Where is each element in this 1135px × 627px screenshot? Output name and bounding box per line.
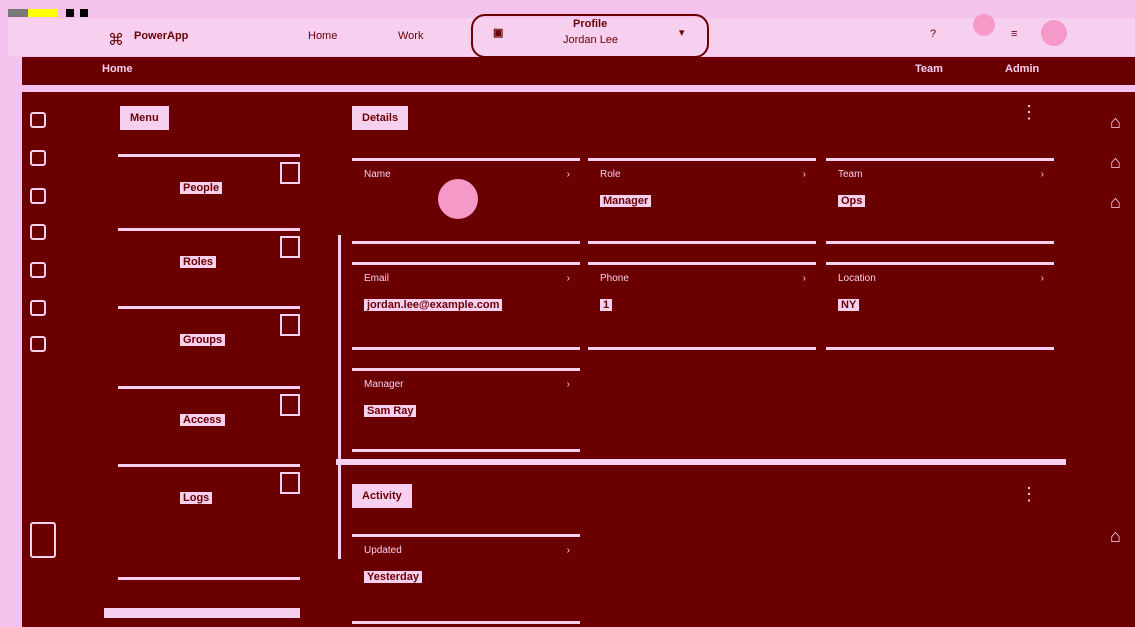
window-icon xyxy=(8,9,28,17)
collapse-icon[interactable] xyxy=(30,522,56,558)
nav-item-label: Groups xyxy=(180,334,226,346)
top-strip xyxy=(0,0,1135,9)
notification-icon[interactable] xyxy=(973,14,995,36)
card-key: Location xyxy=(838,273,876,284)
card-key: Name xyxy=(364,169,391,180)
side-icon[interactable]: ⌂ xyxy=(1110,152,1121,173)
chart-icon[interactable] xyxy=(30,188,46,204)
group-icon xyxy=(280,314,300,336)
home-icon[interactable] xyxy=(30,112,46,128)
menu-title: Menu xyxy=(120,106,169,130)
avatar[interactable] xyxy=(1041,20,1067,46)
more-icon[interactable]: ⋮ xyxy=(1020,484,1038,505)
nav-item-label: People xyxy=(180,182,223,194)
nav-item-logs[interactable]: Logs xyxy=(118,464,300,534)
status-chip xyxy=(28,9,58,17)
info-card: Role Manager › xyxy=(588,158,816,244)
nav-item-roles[interactable]: Roles xyxy=(118,228,300,298)
card-value: Yesterday xyxy=(364,571,422,583)
info-card: Email jordan.lee@example.com › xyxy=(352,262,580,350)
section-divider xyxy=(336,459,1066,465)
chevron-icon: › xyxy=(566,545,570,556)
help-icon[interactable] xyxy=(30,300,46,316)
footer-bar xyxy=(104,608,300,618)
side-icon[interactable]: ⌂ xyxy=(1110,112,1121,133)
chevron-down-icon: ▾ xyxy=(679,27,685,39)
lock-icon xyxy=(280,394,300,416)
info-card: Updated Yesterday › xyxy=(352,534,580,624)
chevron-icon: › xyxy=(1040,169,1044,180)
card-value: jordan.lee@example.com xyxy=(364,299,503,311)
settings-icon[interactable] xyxy=(30,262,46,278)
status-chip xyxy=(80,9,88,17)
people-icon xyxy=(280,162,300,184)
pill-icon: ▣ xyxy=(493,27,504,39)
info-card: Location NY › xyxy=(826,262,1054,350)
avatar xyxy=(438,179,478,219)
document-icon xyxy=(280,472,300,494)
main-area: Menu People Roles Groups Access Logs Det… xyxy=(22,92,1135,627)
card-key: Team xyxy=(838,169,863,180)
card-value: Sam Ray xyxy=(364,405,417,417)
info-card: Name › xyxy=(352,158,580,244)
logout-icon[interactable] xyxy=(30,336,46,352)
info-card: Manager Sam Ray › xyxy=(352,368,580,452)
top-bar: ⌘ PowerApp Home Work ▣ Profile Jordan Le… xyxy=(8,14,1135,58)
column-divider xyxy=(338,235,341,559)
info-card: Team Ops › xyxy=(826,158,1054,244)
subbar-team[interactable]: Team xyxy=(915,63,943,75)
help-icon[interactable]: ? xyxy=(930,28,936,40)
app-brand: PowerApp xyxy=(134,30,189,42)
nav-item-label: Roles xyxy=(180,256,216,268)
panel-title: Activity xyxy=(352,484,412,508)
side-icon[interactable]: ⌂ xyxy=(1110,526,1121,547)
app-logo-icon: ⌘ xyxy=(108,32,124,49)
card-value: NY xyxy=(838,299,860,311)
panel-title: Details xyxy=(352,106,409,130)
card-key: Updated xyxy=(364,545,402,556)
info-card: Phone 1 › xyxy=(588,262,816,350)
people-icon[interactable] xyxy=(30,150,46,166)
nav-item-access[interactable]: Access xyxy=(118,386,300,456)
divider xyxy=(118,577,300,580)
status-chip xyxy=(66,9,74,17)
card-value: Manager xyxy=(600,195,652,207)
sub-bar: Home Team Admin xyxy=(22,57,1135,85)
chevron-icon: › xyxy=(1040,273,1044,284)
nav-item-label: Logs xyxy=(180,492,213,504)
pill-title: Profile xyxy=(573,18,608,30)
card-key: Phone xyxy=(600,273,629,284)
chevron-icon: › xyxy=(566,273,570,284)
pill-subtitle: Jordan Lee xyxy=(563,34,619,46)
subbar-home[interactable]: Home xyxy=(102,63,133,75)
menu-icon[interactable]: ≡ xyxy=(1011,28,1017,40)
card-key: Manager xyxy=(364,379,404,390)
divider xyxy=(22,85,1135,92)
card-key: Role xyxy=(600,169,621,180)
chevron-icon: › xyxy=(566,169,570,180)
chevron-icon: › xyxy=(802,273,806,284)
more-icon[interactable]: ⋮ xyxy=(1020,102,1038,123)
chevron-icon: › xyxy=(802,169,806,180)
subbar-admin[interactable]: Admin xyxy=(1005,63,1039,75)
folder-icon[interactable] xyxy=(30,224,46,240)
profile-pill[interactable]: ▣ Profile Jordan Lee ▾ xyxy=(471,14,709,58)
key-icon xyxy=(280,236,300,258)
nav-home[interactable]: Home xyxy=(308,30,337,42)
nav-item-label: Access xyxy=(180,414,225,426)
chevron-icon: › xyxy=(566,379,570,390)
nav-item-people[interactable]: People xyxy=(118,154,300,224)
nav-work[interactable]: Work xyxy=(398,30,423,42)
card-value: 1 xyxy=(600,299,613,311)
nav-item-groups[interactable]: Groups xyxy=(118,306,300,376)
card-key: Email xyxy=(364,273,390,284)
card-value: Ops xyxy=(838,195,866,207)
side-icon[interactable]: ⌂ xyxy=(1110,192,1121,213)
